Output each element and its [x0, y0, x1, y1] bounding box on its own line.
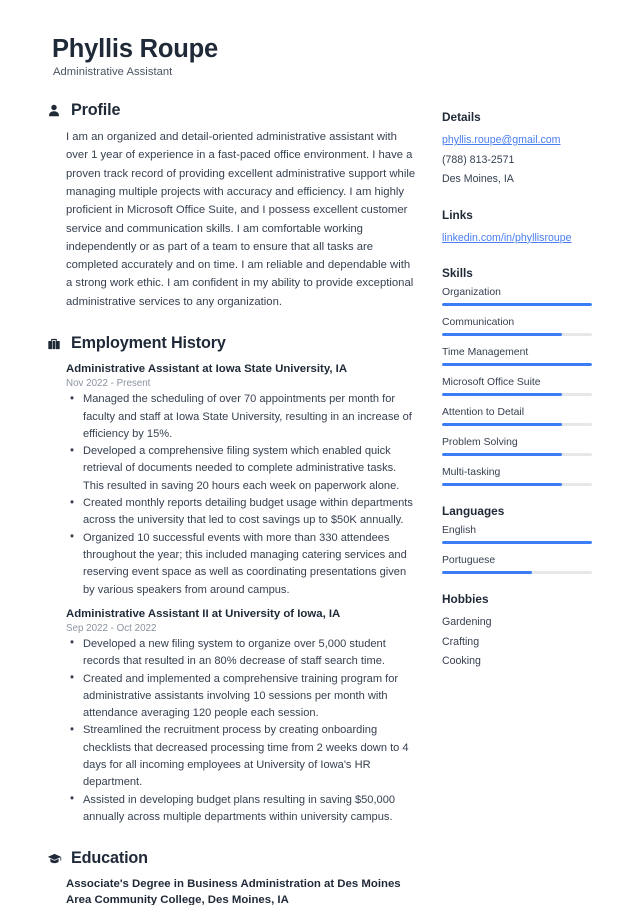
skill-item: Problem Solving	[442, 437, 592, 457]
skill-label: Communication	[442, 317, 515, 329]
skill-bar-track	[442, 483, 592, 487]
education-entry: Associate's Degree in Business Administr…	[66, 876, 418, 905]
language-label: English	[442, 525, 477, 537]
skill-label: Time Management	[442, 347, 529, 359]
sidebar-section-details: Details phyllis.roupe@gmail.com (788) 81…	[442, 110, 586, 190]
skill-bar-track	[442, 303, 592, 307]
sidebar-details-title: Details	[442, 110, 481, 124]
graduation-cap-icon	[46, 851, 62, 867]
bullet-item: Managed the scheduling of over 70 appoin…	[66, 391, 418, 443]
bullet-item: Organized 10 successful events with more…	[66, 529, 418, 599]
bullet-item: Assisted in developing budget plans resu…	[66, 791, 418, 827]
employment-entry: Administrative Assistant at Iowa State U…	[66, 361, 418, 599]
language-item: Portuguese	[442, 555, 592, 575]
employment-entry-title: Administrative Assistant II at Universit…	[66, 607, 341, 620]
sidebar-section-hobbies: Hobbies Gardening Crafting Cooking	[442, 592, 586, 671]
skill-bar-track	[442, 393, 592, 397]
employment-entry-bullets: Developed a new filing system to organiz…	[66, 635, 418, 827]
skill-bar-track	[442, 363, 592, 367]
skill-item: Time Management	[442, 347, 592, 367]
employment-entry-title: Administrative Assistant at Iowa State U…	[66, 363, 348, 376]
person-icon	[46, 103, 62, 119]
skill-item: Multi-tasking	[442, 467, 592, 487]
bullet-item: Developed a new filing system to organiz…	[66, 635, 418, 671]
skill-item: Microsoft Office Suite	[442, 377, 592, 397]
candidate-job-title: Administrative Assistant	[53, 66, 173, 79]
sidebar-languages-title: Languages	[442, 504, 505, 519]
language-bar-fill	[442, 541, 592, 545]
language-label: Portuguese	[442, 555, 496, 567]
hobby-item: Gardening	[442, 616, 492, 629]
sidebar-skills-title: Skills	[442, 266, 473, 281]
section-profile: Profile I am an organized and detail-ori…	[46, 101, 418, 311]
employment-entry-date: Sep 2022 - Oct 2022	[66, 622, 157, 634]
sidebar-section-links: Links linkedin.com/in/phyllisroupe	[442, 208, 586, 249]
section-employment-header: Employment History	[46, 334, 418, 353]
skill-item: Communication	[442, 317, 592, 337]
phone-number: (788) 813-2571	[442, 153, 515, 166]
skill-item: Organization	[442, 287, 592, 307]
profile-text: I am an organized and detail-oriented ad…	[66, 131, 416, 308]
resume-page: Phyllis Roupe Administrative Assistant P…	[0, 0, 640, 905]
section-profile-header: Profile	[46, 101, 418, 120]
linkedin-link[interactable]: linkedin.com/in/phyllisroupe	[442, 229, 586, 249]
resume-sidebar: Details phyllis.roupe@gmail.com (788) 81…	[418, 34, 592, 905]
bullet-item: Created monthly reports detailing budget…	[66, 495, 418, 530]
skill-bar-track	[442, 333, 592, 337]
section-education-body: Associate's Degree in Business Administr…	[46, 876, 418, 905]
sidebar-hobbies-title: Hobbies	[442, 592, 489, 607]
bullet-item: Created and implemented a comprehensive …	[66, 670, 418, 723]
skill-bar-fill	[442, 423, 562, 427]
briefcase-icon	[46, 336, 62, 352]
skill-bar-fill	[442, 483, 562, 487]
employment-entry: Administrative Assistant II at Universit…	[66, 606, 418, 826]
hobby-item: Crafting	[442, 635, 480, 648]
candidate-name: Phyllis Roupe	[52, 35, 219, 63]
skill-bar-fill	[442, 303, 592, 307]
skill-label: Organization	[442, 287, 501, 299]
skill-label: Multi-tasking	[442, 467, 501, 479]
resume-header: Phyllis Roupe Administrative Assistant	[46, 34, 418, 78]
education-entry-title: Associate's Degree in Business Administr…	[66, 878, 401, 905]
skill-bar-fill	[442, 453, 562, 457]
section-education-title: Education	[71, 849, 148, 868]
bullet-item: Streamlined the recruitment process by c…	[66, 722, 418, 791]
skill-label: Problem Solving	[442, 437, 518, 449]
resume-main-column: Phyllis Roupe Administrative Assistant P…	[46, 34, 418, 905]
language-bar-track	[442, 571, 592, 575]
language-bar-fill	[442, 571, 532, 575]
sidebar-section-skills: Skills Organization Communication Time M…	[442, 266, 592, 487]
skill-bar-fill	[442, 393, 562, 397]
section-employment-title: Employment History	[71, 334, 226, 353]
hobby-item: Cooking	[442, 654, 481, 667]
language-item: English	[442, 525, 592, 545]
email-link[interactable]: phyllis.roupe@gmail.com	[442, 131, 586, 151]
skill-bar-track	[442, 423, 592, 427]
section-education-header: Education	[46, 849, 418, 868]
skill-label: Microsoft Office Suite	[442, 377, 541, 389]
section-employment-body: Administrative Assistant at Iowa State U…	[46, 361, 418, 826]
employment-entry-bullets: Managed the scheduling of over 70 appoin…	[66, 391, 418, 599]
section-employment-history: Employment History Administrative Assist…	[46, 334, 418, 826]
sidebar-links-title: Links	[442, 207, 473, 222]
employment-entry-date: Nov 2022 - Present	[66, 378, 151, 390]
skill-bar-fill	[442, 363, 592, 367]
sidebar-section-languages: Languages English Portuguese	[442, 504, 592, 575]
skill-bar-track	[442, 453, 592, 457]
skill-bar-fill	[442, 333, 562, 337]
language-bar-track	[442, 541, 592, 545]
section-profile-title: Profile	[71, 101, 121, 120]
section-profile-body: I am an organized and detail-oriented ad…	[46, 128, 418, 311]
bullet-item: Developed a comprehensive filing system …	[66, 443, 418, 495]
skill-item: Attention to Detail	[442, 407, 592, 427]
section-education: Education Associate's Degree in Business…	[46, 849, 418, 905]
skill-label: Attention to Detail	[442, 407, 525, 419]
location-text: Des Moines, IA	[442, 173, 514, 186]
